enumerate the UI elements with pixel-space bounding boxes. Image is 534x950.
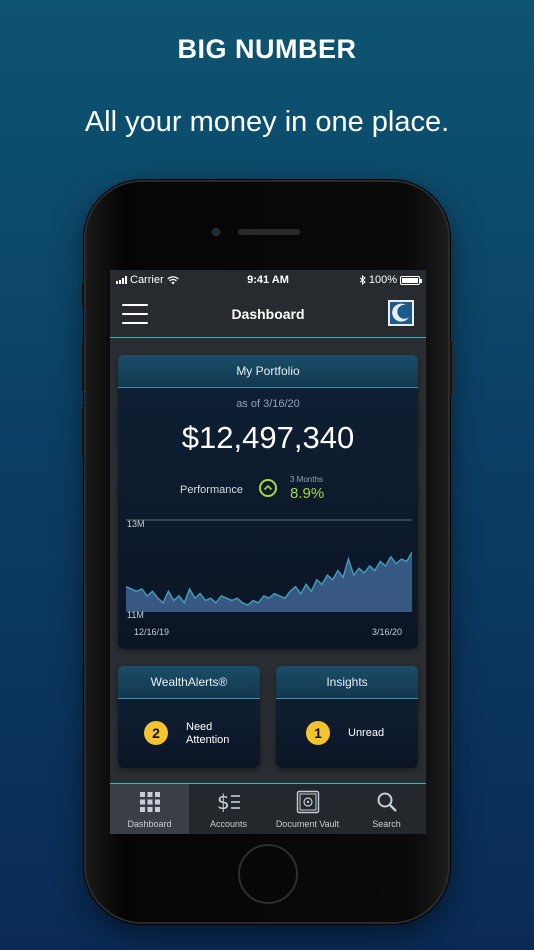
promo-title: BIG NUMBER	[177, 34, 357, 64]
chart-area	[126, 552, 412, 612]
tab-accounts-label: Accounts	[209, 819, 248, 829]
tab-bar: Dashboard $ Accounts Document Vault Sear…	[110, 783, 426, 834]
alerts-status-text: Need Attention	[186, 721, 229, 747]
tab-search-label: Search	[372, 819, 401, 829]
front-camera	[212, 228, 220, 236]
svg-text:$: $	[217, 790, 230, 814]
chart-y-label-bottom: 11M	[127, 610, 144, 620]
tab-dashboard-label: Dashboard	[127, 819, 172, 829]
insights-header: Insights	[276, 666, 418, 699]
power-button	[449, 340, 453, 396]
search-icon	[377, 792, 397, 812]
tab-document-vault[interactable]: Document Vault	[268, 784, 347, 834]
tab-dashboard[interactable]: Dashboard	[110, 784, 189, 834]
portfolio-chart[interactable]	[126, 518, 412, 618]
home-button[interactable]	[238, 844, 298, 904]
dashboard-content: My Portfolio as of 3/16/20 $12,497,340 P…	[110, 339, 426, 783]
insights-status-text: Unread	[348, 727, 385, 739]
moon-logo-icon	[392, 303, 409, 322]
chart-x-label-start: 12/16/19	[134, 627, 170, 637]
performance-up-icon	[259, 479, 277, 497]
performance-period: 3 Months	[290, 475, 323, 484]
bluetooth-icon	[359, 275, 366, 285]
tab-accounts[interactable]: $ Accounts	[189, 784, 268, 834]
grid-icon	[139, 792, 160, 812]
performance-label: Performance	[180, 484, 243, 496]
portfolio-card[interactable]: My Portfolio as of 3/16/20 $12,497,340 P…	[118, 355, 418, 649]
performance-value: 8.9%	[290, 485, 325, 502]
vault-icon	[296, 790, 319, 814]
nav-bar: Dashboard	[110, 290, 426, 338]
brand-logo[interactable]	[388, 300, 414, 326]
earpiece-speaker	[238, 229, 300, 235]
status-bar: Carrier 9:41 AM 100%	[110, 270, 426, 290]
chart-x-label-end: 3/16/20	[371, 627, 402, 637]
insights-card[interactable]: Insights 1 Unread	[276, 666, 418, 768]
wealth-alerts-card[interactable]: WealthAlerts® 2 Need Attention	[118, 666, 260, 768]
alerts-count-badge: 2	[144, 721, 168, 745]
app-screen: Carrier 9:41 AM 100% Dashboard My Portfo…	[110, 270, 426, 834]
tab-document-vault-label: Document Vault	[275, 819, 340, 829]
as-of-date: as of 3/16/20	[236, 398, 300, 410]
wealth-alerts-header: WealthAlerts®	[118, 666, 260, 699]
chart-y-label-top: 13M	[127, 519, 145, 529]
promo-subtitle: All your money in one place.	[84, 106, 450, 138]
portfolio-value: $12,497,340	[181, 420, 355, 455]
portfolio-header: My Portfolio	[118, 355, 418, 388]
mute-switch	[81, 282, 85, 308]
page-title: Dashboard	[231, 306, 305, 322]
alerts-text-line1: Need	[186, 721, 213, 733]
insights-count-badge: 1	[306, 721, 330, 745]
battery-percent: 100%	[368, 274, 397, 286]
tab-search[interactable]: Search	[347, 784, 426, 834]
dollar-list-icon: $	[217, 790, 240, 814]
alerts-text-line2: Attention	[186, 734, 230, 746]
volume-down-button	[81, 407, 85, 457]
volume-up-button	[81, 342, 85, 392]
battery-icon	[400, 275, 422, 285]
phone-frame: Carrier 9:41 AM 100% Dashboard My Portfo…	[81, 180, 453, 924]
